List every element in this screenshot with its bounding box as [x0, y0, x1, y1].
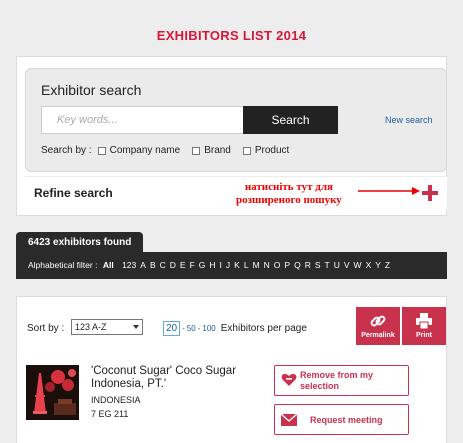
search-box: Exhibitor search Search New search Searc… [25, 68, 447, 172]
alpha-letter[interactable]: X [366, 260, 372, 270]
company-name-label: Company name [109, 145, 181, 156]
sort-select[interactable]: 123 A-Z [71, 319, 143, 335]
product-label: Product [254, 145, 290, 156]
per-page-20[interactable]: 20 [163, 321, 181, 336]
heart-icon [281, 373, 297, 386]
alphabetical-filter: Alphabetical filter : All 123 A B C D E F G H I J K… [16, 252, 447, 279]
alpha-letter[interactable]: G [199, 260, 206, 270]
exhibitor-name[interactable]: 'Coconut Sugar' Coco Sugar Indonesia, PT… [91, 365, 261, 391]
print-label: Print [416, 332, 432, 339]
results-panel: Sort by : 123 A-Z 20 - 50 - 100 Exhibito… [16, 296, 447, 443]
alpha-letter[interactable]: J [226, 260, 230, 270]
permalink-label: Permalink [361, 332, 395, 339]
alpha-letter[interactable]: 123 [122, 260, 136, 270]
alpha-letter[interactable]: C [160, 260, 166, 270]
printer-icon [416, 313, 432, 330]
search-button[interactable]: Search [243, 106, 338, 134]
alpha-letter[interactable]: H [209, 260, 215, 270]
per-page-100[interactable]: 100 [202, 324, 215, 333]
alpha-letter[interactable]: L [244, 260, 249, 270]
search-by-row: Search by : Company name Brand Product [41, 145, 295, 156]
request-meeting-button[interactable]: Request meeting [274, 404, 409, 435]
alpha-letter[interactable]: P [284, 260, 290, 270]
per-page-selector: 20 - 50 - 100 Exhibitors per page [163, 321, 307, 336]
refine-search-bar[interactable]: Refine search натисніть тут для розширен… [25, 176, 447, 210]
product-checkbox[interactable] [242, 146, 251, 155]
permalink-button[interactable]: Permalink [356, 307, 400, 345]
alpha-letter[interactable]: F [190, 260, 195, 270]
alpha-letter[interactable]: K [234, 260, 240, 270]
alpha-letter[interactable]: I [220, 260, 222, 270]
sort-value: 123 A-Z [75, 322, 107, 332]
print-button[interactable]: Print [402, 307, 446, 345]
link-icon [370, 315, 386, 327]
alpha-letter[interactable]: W [354, 260, 362, 270]
alpha-letter[interactable]: O [274, 260, 281, 270]
alpha-letter[interactable]: Q [294, 260, 301, 270]
eiffel-tower-image [26, 365, 79, 420]
brand-checkbox[interactable] [192, 146, 201, 155]
alpha-letter[interactable]: R [305, 260, 311, 270]
plus-icon[interactable] [421, 184, 439, 202]
exhibitors-found-tab: 6423 exhibitors found [16, 232, 144, 252]
exhibitor-stand: 7 EG 211 [91, 409, 129, 419]
refine-annotation-line1: натисніть тут для [244, 181, 333, 193]
alpha-letter[interactable]: M [253, 260, 260, 270]
keywords-input[interactable] [41, 106, 244, 134]
alpha-letter[interactable]: B [150, 260, 156, 270]
refine-annotation-line2: розширеного пошуку [236, 194, 342, 206]
per-page-sep: - [182, 324, 185, 333]
annotation-arrow-icon [358, 187, 420, 195]
search-heading: Exhibitor search [41, 82, 142, 98]
per-page-sep: - [197, 324, 201, 333]
request-meeting-label: Request meeting [310, 415, 383, 425]
per-page-label: Exhibitors per page [220, 323, 307, 334]
alpha-letter[interactable]: U [334, 260, 340, 270]
alpha-letter[interactable]: E [180, 260, 186, 270]
envelope-icon [281, 414, 297, 426]
product-option[interactable]: Product [241, 145, 289, 156]
alpha-letter[interactable]: N [264, 260, 270, 270]
alpha-letter[interactable]: Z [385, 260, 390, 270]
company-name-checkbox[interactable] [97, 146, 106, 155]
page-title: EXHIBITORS LIST 2014 [156, 28, 307, 43]
alpha-letter[interactable]: V [344, 260, 350, 270]
chevron-down-icon [133, 325, 139, 329]
remove-label: Remove from my selection [300, 370, 374, 391]
sort-label: Sort by : [27, 323, 65, 334]
alpha-letter[interactable]: T [325, 260, 330, 270]
brand-label: Brand [204, 145, 231, 156]
exhibitor-country: INDONESIA [91, 395, 141, 405]
exhibitor-logo[interactable] [26, 365, 79, 420]
alpha-filter-label: Alphabetical filter : [28, 260, 98, 270]
refine-annotation: натисніть тут для розширеного пошуку [236, 181, 342, 207]
alpha-letter[interactable]: D [170, 260, 176, 270]
new-search-link[interactable]: New search [385, 115, 433, 125]
brand-option[interactable]: Brand [190, 145, 231, 156]
alpha-letter[interactable]: Y [375, 260, 381, 270]
company-name-option[interactable]: Company name [96, 145, 181, 156]
search-by-label: Search by : [41, 145, 92, 156]
alpha-letter[interactable]: A [140, 260, 146, 270]
remove-from-selection-button[interactable]: Remove from my selection [274, 365, 409, 396]
alpha-letter[interactable]: S [315, 260, 321, 270]
alpha-all[interactable]: All [103, 260, 114, 270]
per-page-50[interactable]: 50 [187, 324, 196, 333]
refine-search-label: Refine search [34, 186, 113, 200]
